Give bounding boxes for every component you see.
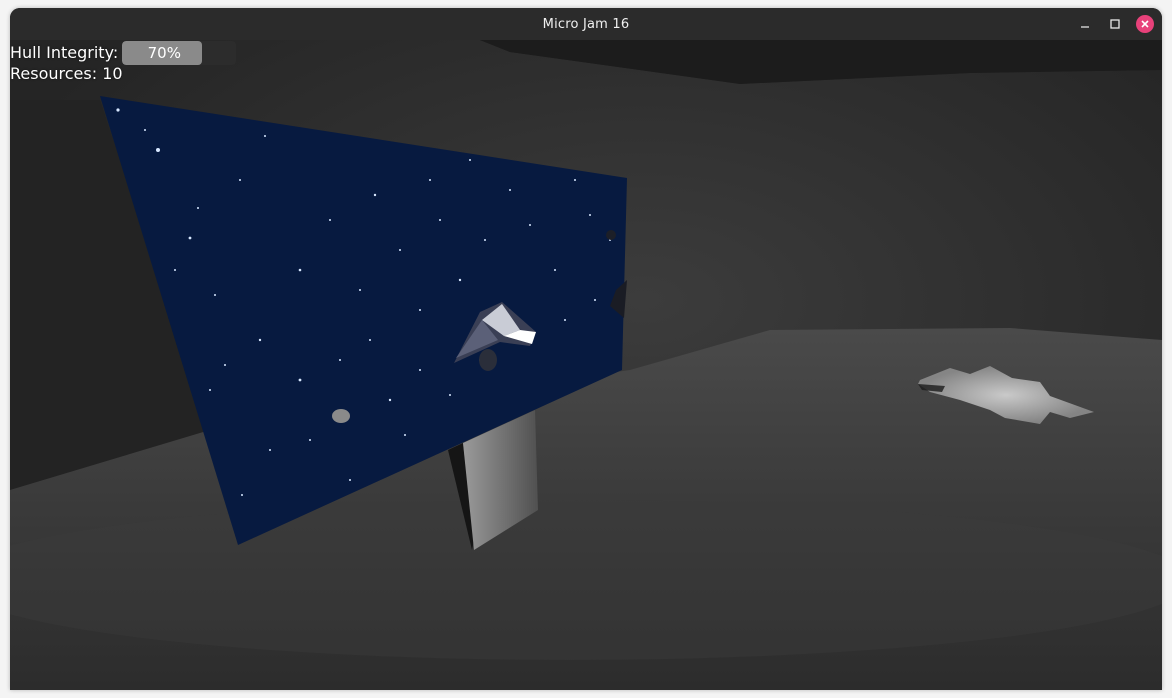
close-icon bbox=[1141, 20, 1149, 28]
hull-label: Hull Integrity: bbox=[10, 43, 119, 62]
minimize-button[interactable] bbox=[1076, 15, 1094, 33]
hud: Hull Integrity: 70% Resources: 10 bbox=[10, 40, 237, 84]
hull-percent: 70% bbox=[147, 43, 181, 62]
game-scene bbox=[10, 40, 1162, 690]
hull-row: Hull Integrity: 70% bbox=[10, 40, 237, 65]
asteroid bbox=[606, 230, 616, 240]
game-viewport[interactable]: Hull Integrity: 70% Resources: 10 bbox=[10, 40, 1162, 690]
resources-label: Resources: 10 bbox=[10, 64, 123, 83]
window-controls bbox=[1076, 8, 1154, 40]
asteroid bbox=[332, 409, 350, 423]
game-window: Micro Jam 16 Hull Integrity: 70% Resourc… bbox=[10, 8, 1162, 690]
maximize-button[interactable] bbox=[1106, 15, 1124, 33]
asteroid bbox=[479, 349, 497, 371]
maximize-icon bbox=[1110, 19, 1120, 29]
resources-row: Resources: 10 bbox=[10, 63, 236, 84]
close-button[interactable] bbox=[1136, 15, 1154, 33]
title-bar[interactable]: Micro Jam 16 bbox=[10, 8, 1162, 40]
window-title: Micro Jam 16 bbox=[542, 16, 630, 32]
minimize-icon bbox=[1081, 26, 1089, 28]
hull-integrity-bar: 70% bbox=[122, 40, 237, 65]
